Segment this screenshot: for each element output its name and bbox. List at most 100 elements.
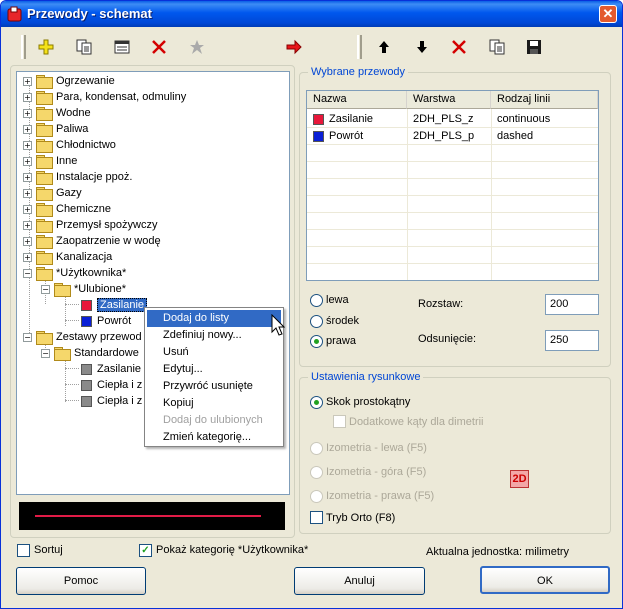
cursor-icon [271,314,285,336]
tree-item-label: Ciepła i z [97,395,143,407]
pokaz-checkbox[interactable]: ✓ [139,544,152,557]
cancel-button[interactable]: Anuluj [294,567,425,595]
radio-prawa[interactable] [310,335,323,348]
favorite-icon[interactable] [186,36,208,58]
tree-item[interactable]: − Zestawy przewod [23,329,142,345]
radio-skok[interactable] [310,396,323,409]
tree-item-powrot[interactable]: Powrót [81,313,131,329]
tree-item[interactable]: + Wodne [23,105,91,121]
expand-icon[interactable]: + [23,92,32,102]
ok-button[interactable]: OK [480,566,610,594]
line-preview [19,502,285,530]
tree-item[interactable]: + Para, kondensat, odmuliny [23,89,186,105]
copy-icon[interactable] [73,36,95,58]
close-button[interactable]: ✕ [599,5,617,23]
menu-item-edit[interactable]: Edytuj... [147,361,281,378]
tree-item-label: Gazy [56,187,82,199]
tree-item[interactable]: − Standardowe [41,345,139,361]
move-up-icon[interactable] [373,36,395,58]
collapse-icon[interactable]: − [23,268,32,278]
menu-item-change-category[interactable]: Zmień kategorię... [147,429,281,446]
collapse-icon[interactable]: − [41,348,50,358]
rozstaw-input[interactable]: 200 [545,294,599,315]
col-header-name[interactable]: Nazwa [307,91,407,109]
save-icon[interactable] [523,36,545,58]
toolbar-grip-2[interactable] [357,35,362,59]
row-layer: 2DH_PLS_z [413,113,474,125]
color-swatch [81,299,92,311]
expand-icon[interactable]: + [23,124,32,134]
table-row[interactable]: Powrót [307,128,363,145]
delete-icon[interactable] [148,36,170,58]
odsuniecie-input[interactable]: 250 [545,330,599,351]
folder-icon [36,107,53,121]
tree-guide [65,294,66,326]
collapse-icon[interactable]: − [23,332,32,342]
preview-line [35,515,261,517]
tree-item[interactable]: Ciepła i z [81,393,142,409]
context-menu: Dodaj do listy Zdefiniuj nowy... Usuń Ed… [144,307,284,447]
col-header-linetype[interactable]: Rodzaj linii [491,91,598,109]
expand-icon[interactable]: + [23,236,32,246]
expand-icon[interactable]: + [23,204,32,214]
expand-icon[interactable]: + [23,140,32,150]
menu-item-define-new[interactable]: Zdefiniuj nowy... [147,327,281,344]
tree-item[interactable]: + Kanalizacja [23,249,112,265]
title-bar[interactable]: Przewody - schemat ✕ [1,1,622,27]
radio-lewa[interactable] [310,294,323,307]
remove-icon[interactable] [448,36,470,58]
folder-icon [36,123,53,137]
tree-item[interactable]: + Chłodnictwo [23,137,116,153]
collapse-icon[interactable]: − [41,284,50,294]
sortuj-checkbox[interactable] [17,544,30,557]
expand-icon[interactable]: + [23,156,32,166]
color-swatch [81,315,92,327]
folder-icon [54,347,71,361]
radio-srodek[interactable] [310,315,323,328]
folder-icon [36,251,53,265]
tree-guide [65,400,79,401]
app-icon [7,6,22,22]
tree-item[interactable]: + Zaopatrzenie w wodę [23,233,161,249]
tree-item[interactable]: + Inne [23,153,77,169]
table-row[interactable]: Zasilanie [307,111,373,128]
tree-item-label: Standardowe [74,347,139,359]
tree-item[interactable]: Ciepła i z [81,377,142,393]
menu-item-delete[interactable]: Usuń [147,344,281,361]
unit-label: Aktualna jednostka: milimetry [426,546,570,558]
tree-item[interactable]: + Chemiczne [23,201,111,217]
menu-item-copy[interactable]: Kopiuj [147,395,281,412]
transfer-right-icon[interactable] [283,36,305,58]
expand-icon[interactable]: + [23,220,32,230]
expand-icon[interactable]: + [23,172,32,182]
expand-icon[interactable]: + [23,188,32,198]
tree-item[interactable]: + Przemysł spożywczy [23,217,157,233]
properties-icon[interactable] [111,36,133,58]
orto-checkbox[interactable] [310,511,323,524]
tree-item[interactable]: + Gazy [23,185,82,201]
tree-item[interactable]: − *Użytkownika* [23,265,126,281]
tree-item[interactable]: Zasilanie [81,361,141,377]
tree-item[interactable]: + Instalacje ppoż. [23,169,132,185]
rozstaw-label: Rozstaw: [418,298,464,310]
color-swatch [313,114,324,125]
tree-item-label: Zaopatrzenie w wodę [56,235,161,247]
toolbar-grip[interactable] [21,35,26,59]
expand-icon[interactable]: + [23,252,32,262]
tree-item[interactable]: − *Ulubione* [41,281,126,297]
copy2-icon[interactable] [486,36,508,58]
dodatkowe-label: Dodatkowe kąty dla dimetrii [349,416,484,428]
tree-item[interactable]: + Paliwa [23,121,88,137]
help-button[interactable]: Pomoc [16,567,146,595]
menu-item-restore[interactable]: Przywróć usunięte [147,378,281,395]
tree-item[interactable]: + Ogrzewanie [23,73,115,89]
selected-lines-table[interactable]: Nazwa Warstwa Rodzaj linii Zasilanie 2DH… [306,90,599,281]
tree-item-label: Przemysł spożywczy [56,219,158,231]
expand-icon[interactable]: + [23,108,32,118]
tree-item-zasilanie[interactable]: Zasilanie [81,297,148,313]
col-header-layer[interactable]: Warstwa [407,91,491,109]
move-down-icon[interactable] [411,36,433,58]
expand-icon[interactable]: + [23,76,32,86]
add-icon[interactable] [35,36,57,58]
menu-item-add-to-list[interactable]: Dodaj do listy [147,310,281,327]
